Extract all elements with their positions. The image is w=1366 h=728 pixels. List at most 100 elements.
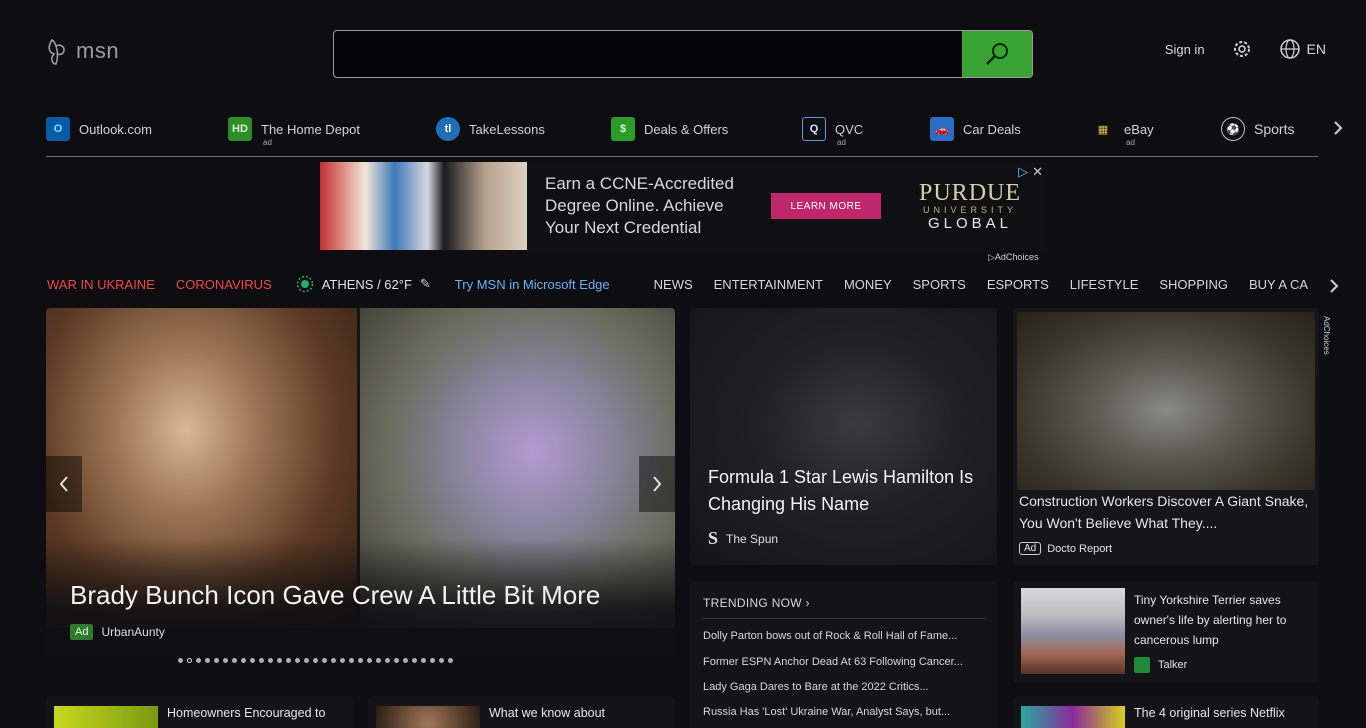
trending-header[interactable]: TRENDING NOW › — [703, 596, 810, 610]
talker-logo-icon — [1134, 657, 1150, 673]
banner-ad[interactable]: Earn a CCNE-Accredited Degree Online. Ac… — [320, 162, 1047, 250]
nav-lifestyle[interactable]: LIFESTYLE — [1070, 277, 1139, 292]
card-headline: Formula 1 Star Lewis Hamilton Is Changin… — [708, 467, 974, 514]
adchoices-text: AdChoices — [994, 252, 1039, 262]
ad-marker: ad — [837, 138, 846, 147]
news-card-what-we-know[interactable]: What we know about — [368, 696, 675, 728]
sign-in-link[interactable]: Sign in — [1165, 42, 1205, 57]
nav-topic-ukraine[interactable]: WAR IN UKRAINE — [47, 277, 155, 292]
carousel-dot[interactable] — [232, 658, 237, 663]
carousel-dot[interactable] — [367, 658, 372, 663]
carousel-dot[interactable] — [178, 658, 183, 663]
quick-link-deals[interactable]: $ Deals & Offers — [611, 112, 728, 146]
quick-link-qvc[interactable]: Q QVC ad — [802, 112, 863, 147]
nav-shopping[interactable]: SHOPPING — [1159, 277, 1228, 292]
carousel-dot[interactable] — [268, 658, 273, 663]
close-icon[interactable]: ✕ — [1032, 164, 1043, 180]
ad-marker: ad — [1126, 138, 1135, 147]
carousel-dot[interactable] — [403, 658, 408, 663]
carousel-dot[interactable] — [448, 658, 453, 663]
carousel-dot[interactable] — [322, 658, 327, 663]
search-button[interactable] — [962, 31, 1032, 77]
quick-link-home-depot[interactable]: HD The Home Depot ad — [228, 112, 360, 147]
gear-icon[interactable] — [1231, 38, 1253, 60]
carousel-dot[interactable] — [223, 658, 228, 663]
carousel-dot[interactable] — [340, 658, 345, 663]
takelessons-icon: tl — [436, 117, 460, 141]
news-card-netflix[interactable]: The 4 original series Netflix — [1013, 696, 1319, 728]
hero-carousel[interactable]: Brady Bunch Icon Gave Crew A Little Bit … — [46, 308, 675, 682]
trending-item[interactable]: Russia Has 'Lost' Ukraine War, Analyst S… — [703, 706, 983, 718]
edit-pencil-icon[interactable]: ✎ — [420, 276, 431, 292]
carousel-dot[interactable] — [421, 658, 426, 663]
search-box — [333, 30, 1033, 78]
quick-link-label: TakeLessons — [469, 121, 545, 137]
carousel-dot[interactable] — [286, 658, 291, 663]
card-thumbnail — [376, 706, 480, 728]
nav-news[interactable]: NEWS — [654, 277, 693, 292]
trending-item[interactable]: Dolly Parton bows out of Rock & Roll Hal… — [703, 630, 983, 642]
news-card-homeowners[interactable]: Homeowners Encouraged to — [46, 696, 353, 728]
carousel-dot[interactable] — [259, 658, 264, 663]
carousel-dot[interactable] — [241, 658, 246, 663]
card-thumbnail — [1021, 706, 1125, 728]
carousel-dot[interactable] — [196, 658, 201, 663]
try-edge-link[interactable]: Try MSN in Microsoft Edge — [455, 277, 610, 292]
card-source: Ad Docto Report — [1019, 542, 1112, 555]
carousel-dot[interactable] — [412, 658, 417, 663]
carousel-dot[interactable] — [304, 658, 309, 663]
learn-more-button[interactable]: LEARN MORE — [771, 193, 881, 219]
hero-headline[interactable]: Brady Bunch Icon Gave Crew A Little Bit … — [70, 580, 600, 611]
weather-widget[interactable]: ATHENS / 62°F ✎ — [296, 275, 431, 293]
adchoices-label[interactable]: ▷AdChoices — [988, 252, 1038, 263]
carousel-dot[interactable] — [250, 658, 255, 663]
carousel-dot[interactable] — [385, 658, 390, 663]
carousel-dot[interactable] — [205, 658, 210, 663]
carousel-dot[interactable] — [277, 658, 282, 663]
trending-item[interactable]: Former ESPN Anchor Dead At 63 Following … — [703, 656, 983, 668]
quick-link-outlook[interactable]: O Outlook.com — [46, 112, 152, 146]
brand-line-2: UNIVERSITY — [923, 204, 1018, 215]
nav-buy-a-car[interactable]: BUY A CA — [1249, 277, 1308, 292]
carousel-dot[interactable] — [394, 658, 399, 663]
nav-sports[interactable]: SPORTS — [913, 277, 966, 292]
search-input[interactable] — [334, 31, 962, 77]
quick-link-sports[interactable]: ⚽ Sports — [1221, 112, 1294, 146]
quick-link-ebay[interactable]: ▦ eBay ad — [1091, 112, 1154, 148]
nav-money[interactable]: MONEY — [844, 277, 892, 292]
carousel-dot[interactable] — [331, 658, 336, 663]
msn-homepage: msn Sign in EN O Outlook.com HD The Home… — [0, 0, 1366, 728]
carousel-dot[interactable] — [439, 658, 444, 663]
trending-now-panel: TRENDING NOW › Dolly Parton bows out of … — [690, 582, 997, 728]
nav-topic-coronavirus[interactable]: CORONAVIRUS — [176, 277, 272, 292]
nav-entertainment[interactable]: ENTERTAINMENT — [714, 277, 823, 292]
news-card-yorkshire-terrier[interactable]: Tiny Yorkshire Terrier saves owner's lif… — [1013, 582, 1319, 682]
ad-info-icon[interactable]: ▷ — [1018, 164, 1028, 180]
qvc-icon: Q — [802, 117, 826, 141]
chevron-right-icon[interactable] — [1328, 278, 1340, 294]
ad-card-snake[interactable]: Construction Workers Discover A Giant Sn… — [1013, 308, 1319, 565]
carousel-dot[interactable] — [214, 658, 219, 663]
adchoices-side-label[interactable]: AdChoices — [1322, 316, 1331, 355]
quick-link-car-deals[interactable]: 🚗 Car Deals — [930, 112, 1021, 146]
carousel-dot[interactable] — [295, 658, 300, 663]
carousel-prev-button[interactable] — [46, 456, 82, 512]
nav-esports[interactable]: ESPORTS — [987, 277, 1049, 292]
ad-controls: ▷ ✕ — [1018, 164, 1043, 180]
trending-item[interactable]: Lady Gaga Dares to Bare at the 2022 Crit… — [703, 681, 983, 693]
globe-icon — [1279, 39, 1300, 59]
source-logo-icon: S — [708, 528, 719, 548]
msn-logo[interactable]: msn — [46, 36, 119, 66]
carousel-dot[interactable] — [358, 658, 363, 663]
carousel-dot[interactable] — [313, 658, 318, 663]
news-card-hamilton[interactable]: Formula 1 Star Lewis Hamilton Is Changin… — [690, 308, 997, 565]
carousel-dot[interactable] — [349, 658, 354, 663]
chevron-right-icon[interactable] — [1332, 120, 1344, 136]
carousel-dot[interactable] — [187, 658, 192, 663]
quick-link-label: Car Deals — [963, 121, 1021, 137]
language-selector[interactable]: EN — [1279, 38, 1326, 60]
carousel-dot[interactable] — [430, 658, 435, 663]
carousel-dot[interactable] — [376, 658, 381, 663]
quick-link-takelessons[interactable]: tl TakeLessons — [436, 112, 545, 146]
carousel-next-button[interactable] — [639, 456, 675, 512]
